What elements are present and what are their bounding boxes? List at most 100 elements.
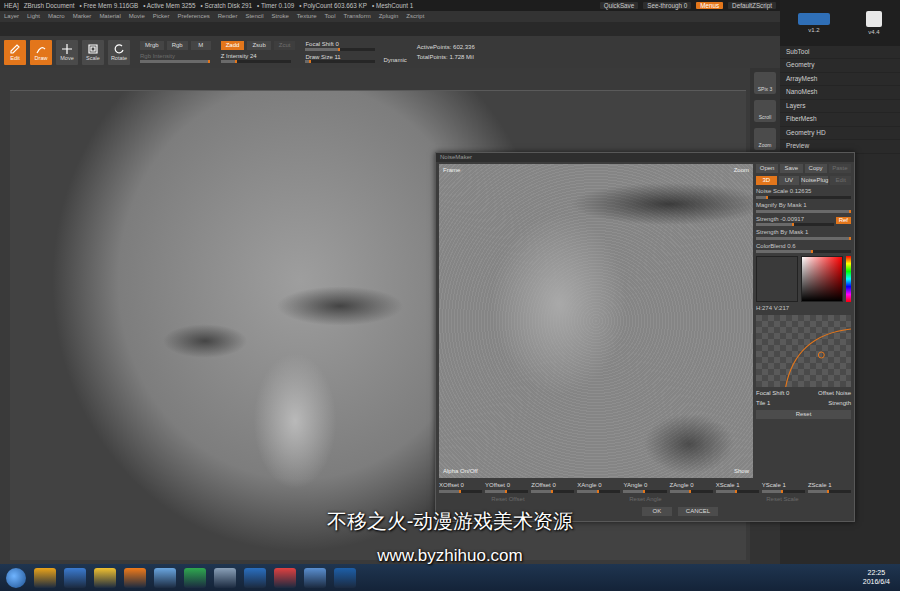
menu-item[interactable]: Material bbox=[99, 13, 120, 20]
file-button[interactable]: Save bbox=[780, 164, 802, 173]
cancel-button[interactable]: CANCEL bbox=[678, 507, 718, 516]
noise-preview[interactable]: Frame Zoom Alpha On/Off Show bbox=[439, 164, 753, 478]
slider-track[interactable] bbox=[439, 490, 482, 493]
menu-item[interactable]: Zplugin bbox=[379, 13, 399, 20]
reset-button[interactable]: Reset Offset bbox=[491, 496, 524, 503]
photoshop-icon[interactable] bbox=[334, 568, 356, 588]
hue-strip[interactable] bbox=[846, 256, 851, 302]
mode-tab[interactable]: Edit bbox=[830, 176, 851, 185]
menu-item[interactable]: Stroke bbox=[271, 13, 288, 20]
channel-button[interactable]: Mrgb bbox=[140, 41, 164, 50]
app-icon[interactable] bbox=[244, 568, 266, 588]
menu-item[interactable]: Tool bbox=[325, 13, 336, 20]
ok-button[interactable]: OK bbox=[642, 507, 672, 516]
toolbar-slider: Draw Size 11 bbox=[305, 54, 375, 64]
slider-track[interactable] bbox=[756, 196, 851, 199]
slider-track[interactable] bbox=[305, 48, 375, 51]
slider-track[interactable] bbox=[808, 490, 851, 493]
slider-track[interactable] bbox=[531, 490, 574, 493]
mode-button[interactable]: Move bbox=[56, 40, 78, 65]
slider-track[interactable] bbox=[762, 490, 805, 493]
menu-item[interactable]: Marker bbox=[73, 13, 92, 20]
show-button[interactable]: Show bbox=[732, 467, 751, 476]
menu-item[interactable]: Render bbox=[218, 13, 238, 20]
channel-button[interactable]: Zadd bbox=[221, 41, 245, 50]
menu-item[interactable]: Stencil bbox=[245, 13, 263, 20]
palette-item[interactable]: Geometry bbox=[780, 59, 900, 72]
shelf-button[interactable]: SPix 3 bbox=[754, 72, 776, 94]
title-button[interactable]: See-through 0 bbox=[643, 2, 691, 9]
shelf-button[interactable]: Scroll bbox=[754, 100, 776, 122]
title-button[interactable]: Menus bbox=[696, 2, 723, 9]
zbrush-icon[interactable] bbox=[214, 568, 236, 588]
frame-button[interactable]: Frame bbox=[441, 166, 462, 175]
menu-item[interactable]: Movie bbox=[129, 13, 145, 20]
slider-track[interactable] bbox=[756, 210, 851, 213]
menu-item[interactable]: Layer bbox=[4, 13, 19, 20]
mode-button[interactable]: Scale bbox=[82, 40, 104, 65]
slider-track[interactable] bbox=[305, 60, 375, 63]
curve-button[interactable]: Reset bbox=[756, 410, 851, 419]
menu-item[interactable]: Zscript bbox=[406, 13, 424, 20]
palette-item[interactable]: ArrayMesh bbox=[780, 73, 900, 86]
file-button[interactable]: Open bbox=[756, 164, 778, 173]
channel-button[interactable]: M bbox=[191, 41, 211, 50]
dynamic-button[interactable]: Dynamic bbox=[383, 57, 406, 64]
reset-button[interactable]: Reset Angle bbox=[629, 496, 661, 503]
shelf-button[interactable]: Zoom bbox=[754, 128, 776, 150]
slider-fill bbox=[623, 490, 645, 493]
slider-track[interactable] bbox=[756, 237, 851, 240]
reset-button[interactable]: Reset Scale bbox=[766, 496, 798, 503]
ie-icon[interactable] bbox=[64, 568, 86, 588]
image-icon[interactable] bbox=[304, 568, 326, 588]
title-button[interactable]: QuickSave bbox=[600, 2, 638, 9]
start-icon[interactable] bbox=[6, 568, 26, 588]
slider-track[interactable] bbox=[623, 490, 666, 493]
channel-button[interactable]: Zsub bbox=[247, 41, 270, 50]
alpha-toggle[interactable]: Alpha On/Off bbox=[441, 467, 480, 476]
slider-label: Z Intensity 24 bbox=[221, 53, 296, 60]
main-color-swatch[interactable] bbox=[756, 256, 798, 302]
browser-icon[interactable] bbox=[124, 568, 146, 588]
window-icon[interactable] bbox=[154, 568, 176, 588]
slider-track[interactable] bbox=[577, 490, 620, 493]
folder-icon[interactable] bbox=[34, 568, 56, 588]
menu-item[interactable]: Texture bbox=[297, 13, 317, 20]
menu-item[interactable]: Macro bbox=[48, 13, 65, 20]
file-button[interactable]: Copy bbox=[805, 164, 827, 173]
obs-icon[interactable] bbox=[274, 568, 296, 588]
color-gradient[interactable] bbox=[801, 256, 843, 302]
slider-track[interactable] bbox=[756, 250, 851, 253]
slider-track[interactable] bbox=[485, 490, 528, 493]
color-picker[interactable] bbox=[756, 256, 851, 302]
slider-track[interactable] bbox=[716, 490, 759, 493]
palette-item[interactable]: NanoMesh bbox=[780, 86, 900, 99]
slider-track[interactable] bbox=[140, 60, 210, 63]
menu-item[interactable]: Preferences bbox=[177, 13, 209, 20]
file-button[interactable]: Paste bbox=[829, 164, 851, 173]
channel-button[interactable]: Zcut bbox=[274, 41, 296, 50]
mode-button[interactable]: Rotate bbox=[108, 40, 130, 65]
palette-item[interactable]: FiberMesh bbox=[780, 113, 900, 126]
mode-button[interactable]: Draw bbox=[30, 40, 52, 65]
menu-item[interactable]: Picker bbox=[153, 13, 170, 20]
mode-tab[interactable]: UV bbox=[779, 176, 800, 185]
menu-item[interactable]: Light bbox=[27, 13, 40, 20]
menu-item[interactable]: Transform bbox=[344, 13, 371, 20]
slider-track[interactable] bbox=[670, 490, 713, 493]
ref-button[interactable]: Ref bbox=[836, 217, 851, 224]
qq-icon[interactable] bbox=[94, 568, 116, 588]
slider-track[interactable] bbox=[756, 223, 834, 226]
noise-curve[interactable] bbox=[756, 315, 851, 387]
slider-track[interactable] bbox=[221, 60, 291, 63]
mode-tab[interactable]: NoisePlug bbox=[801, 176, 828, 185]
palette-item[interactable]: Layers bbox=[780, 100, 900, 113]
zoom-button[interactable]: Zoom bbox=[732, 166, 751, 175]
mode-tab[interactable]: 3D bbox=[756, 176, 777, 185]
title-button[interactable]: DefaultZScript bbox=[728, 2, 776, 9]
palette-item[interactable]: Geometry HD bbox=[780, 127, 900, 140]
wechat-icon[interactable] bbox=[184, 568, 206, 588]
palette-item[interactable]: SubTool bbox=[780, 46, 900, 59]
channel-button[interactable]: Rgb bbox=[167, 41, 188, 50]
mode-button[interactable]: Edit bbox=[4, 40, 26, 65]
